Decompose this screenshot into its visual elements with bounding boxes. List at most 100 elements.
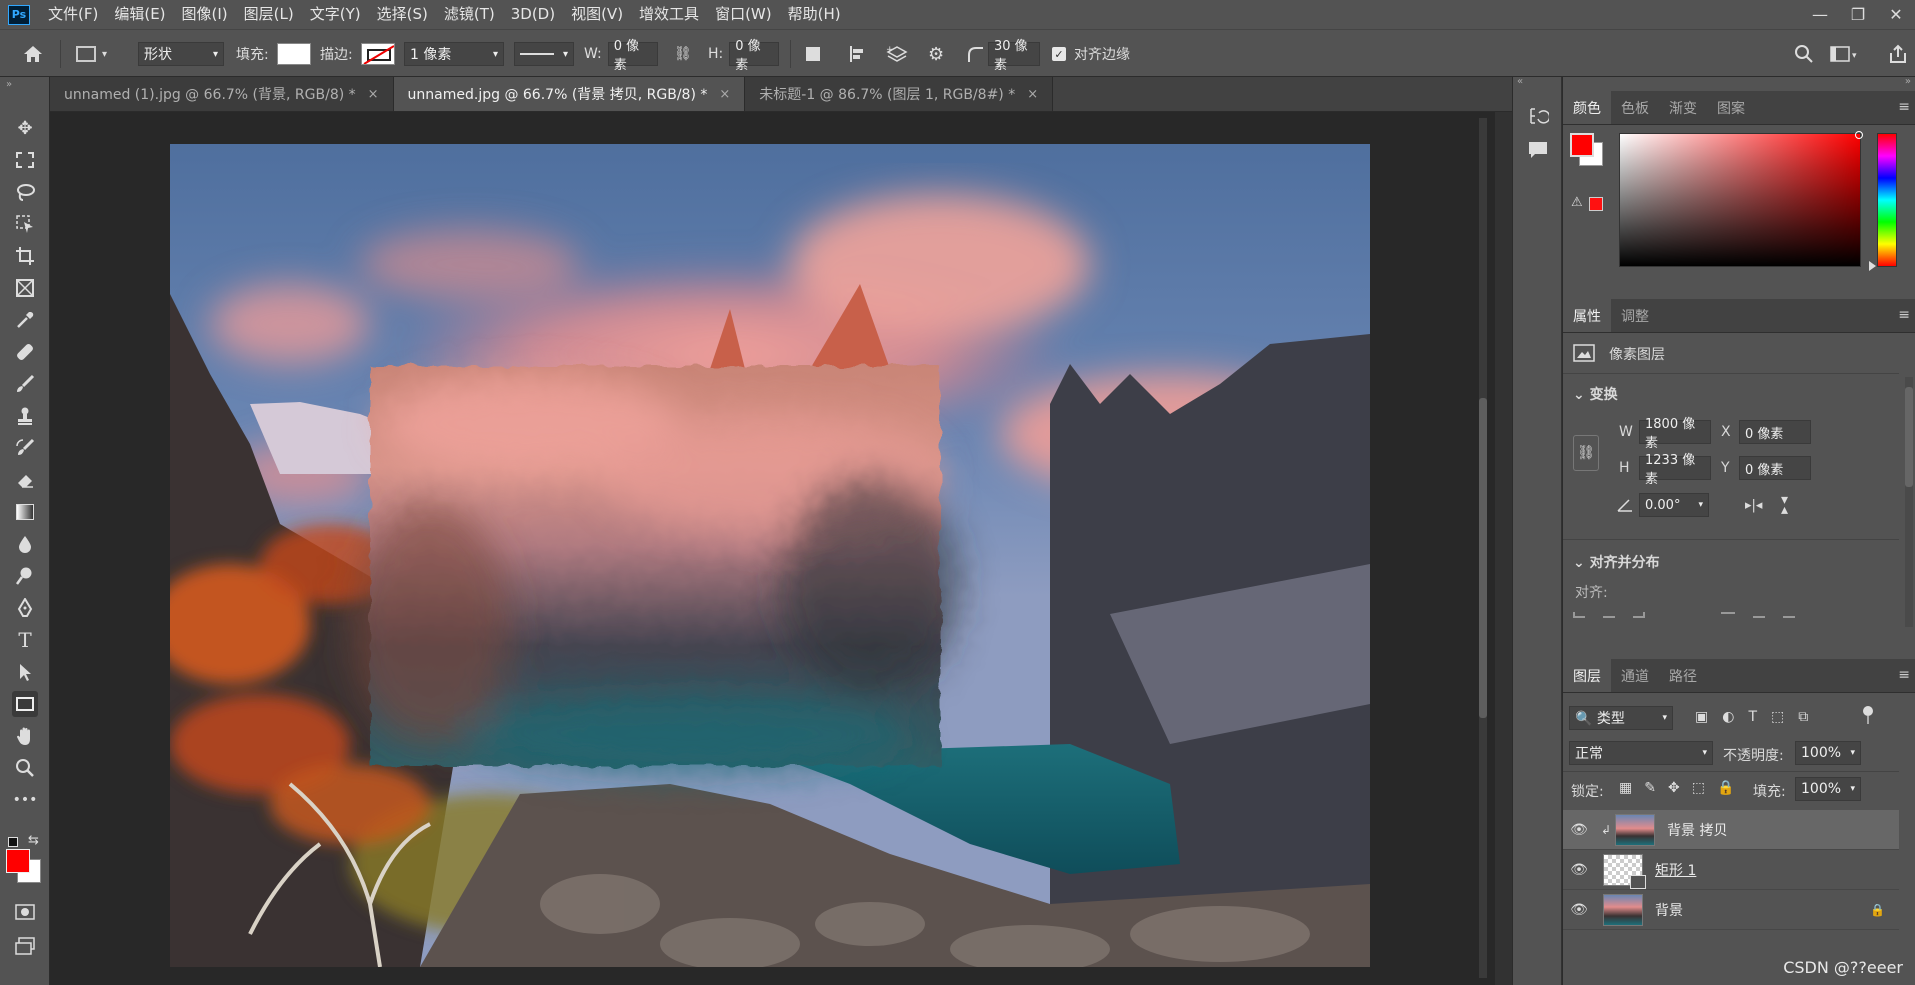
- color-field[interactable]: [1619, 131, 1863, 267]
- fill-field[interactable]: 100% ▾: [1795, 777, 1861, 801]
- tab-swatches[interactable]: 色板: [1611, 91, 1659, 124]
- fill-swatch[interactable]: [276, 43, 311, 65]
- filter-toggle[interactable]: [1863, 706, 1873, 726]
- height-field[interactable]: 0 像素: [729, 39, 780, 73]
- visibility-eye-icon[interactable]: 👁: [1563, 862, 1595, 878]
- home-icon[interactable]: [22, 40, 44, 68]
- menu-view[interactable]: 视图(V): [563, 0, 631, 29]
- tab-properties[interactable]: 属性: [1563, 299, 1611, 332]
- menu-3d[interactable]: 3D(D): [503, 0, 563, 29]
- flip-horizontal-icon[interactable]: ▸|◂: [1745, 498, 1762, 513]
- menu-select[interactable]: 选择(S): [369, 0, 436, 29]
- layer-row-background-copy[interactable]: 👁 ↲ 背景 拷贝: [1563, 810, 1899, 850]
- lock-image-icon[interactable]: ✎: [1644, 780, 1656, 796]
- panel-menu-icon[interactable]: ≡: [1898, 99, 1910, 115]
- filter-smart-object-icon[interactable]: ⧉: [1798, 709, 1808, 725]
- lock-all-icon[interactable]: 🔒: [1717, 780, 1734, 796]
- eraser-tool-icon[interactable]: [12, 467, 38, 493]
- search-icon[interactable]: [1794, 40, 1814, 68]
- close-tab-icon[interactable]: ×: [1027, 87, 1038, 102]
- menu-layer[interactable]: 图层(L): [236, 0, 302, 29]
- filter-adjustment-icon[interactable]: ◐: [1722, 709, 1734, 725]
- marquee-tool-icon[interactable]: [12, 147, 38, 173]
- object-selection-tool-icon[interactable]: [12, 211, 38, 237]
- document-canvas-image[interactable]: [170, 144, 1370, 967]
- color-foreground-swatch[interactable]: [1570, 133, 1594, 157]
- collapse-dock-icon[interactable]: «: [1517, 76, 1523, 87]
- angle-field[interactable]: 0.00° ▾: [1639, 493, 1709, 517]
- share-icon[interactable]: [1888, 40, 1908, 68]
- lock-artboard-icon[interactable]: ⬚: [1692, 780, 1705, 796]
- tab-unnamed[interactable]: unnamed.jpg @ 66.7% (背景 拷贝, RGB/8) * ×: [393, 77, 746, 111]
- panel-menu-icon[interactable]: ≡: [1898, 307, 1910, 323]
- lasso-tool-icon[interactable]: [12, 179, 38, 205]
- menu-file[interactable]: 文件(F): [40, 0, 106, 29]
- more-tools-icon[interactable]: •••: [12, 787, 38, 813]
- screen-mode-icon[interactable]: [12, 933, 38, 959]
- align-distribute-header[interactable]: ⌄ 对齐并分布: [1573, 552, 1660, 572]
- history-brush-tool-icon[interactable]: [12, 435, 38, 461]
- align-bottom-icon[interactable]: [1783, 612, 1795, 618]
- width-field[interactable]: 0 像素: [607, 39, 658, 73]
- foreground-color-swatch[interactable]: [6, 849, 30, 873]
- hand-tool-icon[interactable]: [12, 723, 38, 749]
- layer-filter-select[interactable]: 🔍 类型 ▾: [1569, 706, 1673, 730]
- transform-section-header[interactable]: ⌄ 变换: [1573, 384, 1618, 404]
- menu-plugins[interactable]: 增效工具: [631, 0, 707, 29]
- visibility-eye-icon[interactable]: 👁: [1563, 822, 1595, 838]
- prop-y-field[interactable]: 0 像素: [1739, 456, 1811, 480]
- settings-gear-icon[interactable]: ⚙: [928, 40, 944, 68]
- comments-panel-icon[interactable]: [1527, 139, 1549, 165]
- close-tab-icon[interactable]: ×: [719, 87, 730, 102]
- gradient-tool-icon[interactable]: [12, 499, 38, 525]
- path-operations-icon[interactable]: [806, 40, 820, 68]
- align-right-icon[interactable]: [1633, 612, 1645, 618]
- close-window-button[interactable]: ✕: [1877, 0, 1915, 29]
- properties-scrollbar[interactable]: [1905, 377, 1913, 627]
- gamut-warning-icon[interactable]: ⚠: [1571, 195, 1583, 210]
- tab-channels[interactable]: 通道: [1611, 659, 1659, 692]
- tab-adjustments[interactable]: 调整: [1611, 299, 1659, 332]
- pen-tool-icon[interactable]: [12, 595, 38, 621]
- close-tab-icon[interactable]: ×: [368, 87, 379, 102]
- zoom-tool-icon[interactable]: [12, 755, 38, 781]
- collapse-panels-icon[interactable]: »: [1905, 76, 1911, 87]
- opacity-field[interactable]: 100% ▾: [1795, 741, 1861, 765]
- menu-image[interactable]: 图像(I): [174, 0, 236, 29]
- flip-vertical-icon[interactable]: ▾ ▴: [1781, 493, 1788, 517]
- history-panel-icon[interactable]: [1527, 105, 1551, 131]
- clone-stamp-tool-icon[interactable]: [12, 403, 38, 429]
- hue-slider[interactable]: [1877, 133, 1897, 267]
- move-tool-icon[interactable]: ✥: [12, 115, 38, 141]
- align-middle-icon[interactable]: [1753, 612, 1765, 618]
- corner-radius-icon[interactable]: [966, 40, 984, 68]
- filter-type-icon[interactable]: T: [1748, 709, 1757, 725]
- lock-position-icon[interactable]: ✥: [1668, 780, 1680, 796]
- brush-tool-icon[interactable]: [12, 371, 38, 397]
- shape-mode-select[interactable]: 形状 ▾: [138, 42, 224, 66]
- prop-height-field[interactable]: 1233 像素: [1639, 453, 1711, 487]
- frame-tool-icon[interactable]: [12, 275, 38, 301]
- menu-type[interactable]: 文字(Y): [302, 0, 369, 29]
- blend-mode-select[interactable]: 正常 ▾: [1569, 741, 1713, 765]
- prop-x-field[interactable]: 0 像素: [1739, 420, 1811, 444]
- default-colors-icon[interactable]: [8, 837, 18, 847]
- align-center-icon[interactable]: [1603, 612, 1615, 618]
- align-top-icon[interactable]: [1721, 612, 1735, 618]
- vertical-scrollbar[interactable]: [1479, 118, 1487, 978]
- menu-window[interactable]: 窗口(W): [707, 0, 780, 29]
- path-selection-tool-icon[interactable]: [12, 659, 38, 685]
- menu-help[interactable]: 帮助(H): [780, 0, 849, 29]
- dodge-tool-icon[interactable]: [12, 563, 38, 589]
- layer-row-background[interactable]: 👁 背景 🔒: [1563, 890, 1899, 930]
- panel-menu-icon[interactable]: ≡: [1898, 667, 1910, 683]
- quick-mask-icon[interactable]: [12, 899, 38, 925]
- layer-row-rectangle-1[interactable]: 👁 矩形 1: [1563, 850, 1899, 890]
- menu-edit[interactable]: 编辑(E): [106, 0, 173, 29]
- tab-untitled-1[interactable]: 未标题-1 @ 86.7% (图层 1, RGB/8#) * ×: [745, 77, 1054, 111]
- stroke-type-select[interactable]: ▾: [514, 42, 574, 66]
- align-left-icon[interactable]: [1573, 612, 1585, 618]
- tab-layers[interactable]: 图层: [1563, 659, 1611, 692]
- menu-filter[interactable]: 滤镜(T): [436, 0, 503, 29]
- restore-button[interactable]: ❐: [1839, 0, 1877, 29]
